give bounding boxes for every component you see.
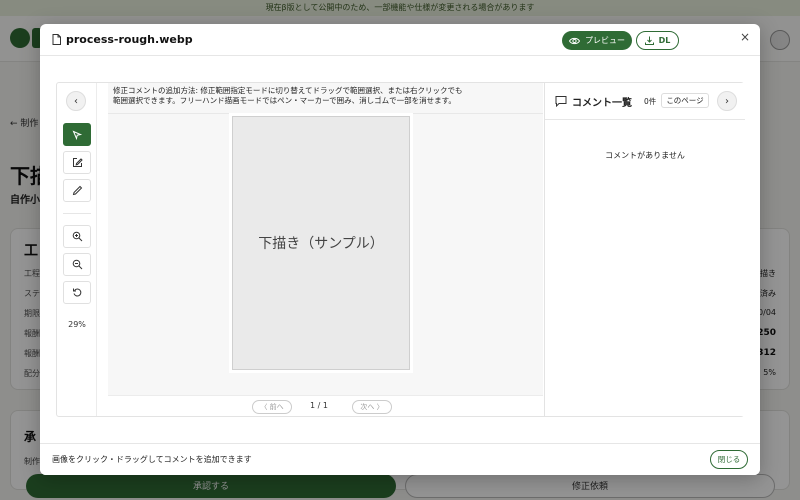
toolbar-divider [63, 213, 91, 214]
comments-count: 0件 [644, 97, 657, 106]
pen-icon [72, 185, 82, 196]
image-placeholder-text: 下描き（サンプル） [233, 117, 409, 369]
page-indicator: 1 / 1 [310, 401, 328, 410]
help-text-line-2: 範囲選択できます。フリーハンド描画モードではペン・マーカーで囲み、消しゴムで一部… [113, 96, 456, 105]
help-text: 修正コメントの追加方法: 修正範囲指定モードに切り替えてドラッグで範囲選択、また… [113, 86, 533, 106]
chevron-right-icon[interactable]: › [717, 91, 737, 111]
file-name: process-rough.webp [66, 33, 193, 46]
edit-box-icon [72, 158, 83, 167]
modal-footer: 画像をクリック・ドラッグしてコメントを追加できます 閉じる [40, 443, 760, 475]
file-icon [52, 34, 61, 45]
cursor-icon [72, 130, 82, 140]
zoom-in-icon [72, 231, 82, 242]
tool-sidebar: ‹ 29% [57, 83, 97, 416]
zoom-in-button[interactable] [63, 225, 91, 248]
zoom-out-icon [72, 259, 82, 270]
pen-tool-button[interactable] [63, 179, 91, 202]
close-icon[interactable]: × [740, 30, 750, 44]
page-navigation: 〈 前へ 1 / 1 次へ 〉 [108, 395, 543, 416]
preview-button-label: プレビュー [585, 36, 625, 45]
next-page-button[interactable]: 次へ 〉 [352, 400, 392, 414]
comments-title: コメント一覧 [572, 98, 632, 109]
range-edit-tool-button[interactable] [63, 151, 91, 174]
chevron-left-icon[interactable]: ‹ [66, 91, 86, 111]
download-icon [644, 36, 654, 45]
close-button[interactable]: 閉じる [710, 450, 748, 469]
comments-panel: コメント一覧 0件 このページ › コメントがありません [544, 83, 745, 416]
image-canvas-area[interactable]: 修正コメントの追加方法: 修正範囲指定モードに切り替えてドラッグで範囲選択、また… [108, 83, 543, 416]
rotate-icon [72, 288, 81, 297]
zoom-level: 29% [68, 320, 86, 329]
comment-icon [555, 96, 567, 107]
eye-icon [569, 37, 580, 44]
prev-page-button[interactable]: 〈 前へ [252, 400, 292, 414]
reset-view-button[interactable] [63, 281, 91, 304]
modal-header: process-rough.webp プレビュー DL × [40, 24, 760, 56]
image-viewer-modal: process-rough.webp プレビュー DL × ‹ 29% 修正コメ… [40, 24, 760, 475]
comments-header: コメント一覧 0件 このページ › [545, 83, 745, 120]
this-page-filter-button[interactable]: このページ [661, 93, 709, 108]
help-divider [108, 113, 543, 114]
image-preview[interactable]: 下描き（サンプル） [232, 116, 410, 370]
empty-comments-message: コメントがありません [605, 151, 685, 160]
footer-hint: 画像をクリック・ドラッグしてコメントを追加できます [52, 455, 252, 464]
help-text-line-1: 修正コメントの追加方法: 修正範囲指定モードに切り替えてドラッグで範囲選択、また… [113, 86, 463, 95]
zoom-out-button[interactable] [63, 253, 91, 276]
download-button[interactable]: DL [636, 31, 679, 50]
image-viewer: ‹ 29% 修正コメントの追加方法: 修正範囲指定モードに切り替えてドラッグで範… [56, 82, 745, 417]
select-tool-button[interactable] [63, 123, 91, 146]
preview-button[interactable]: プレビュー [562, 31, 632, 50]
download-button-label: DL [658, 36, 671, 45]
